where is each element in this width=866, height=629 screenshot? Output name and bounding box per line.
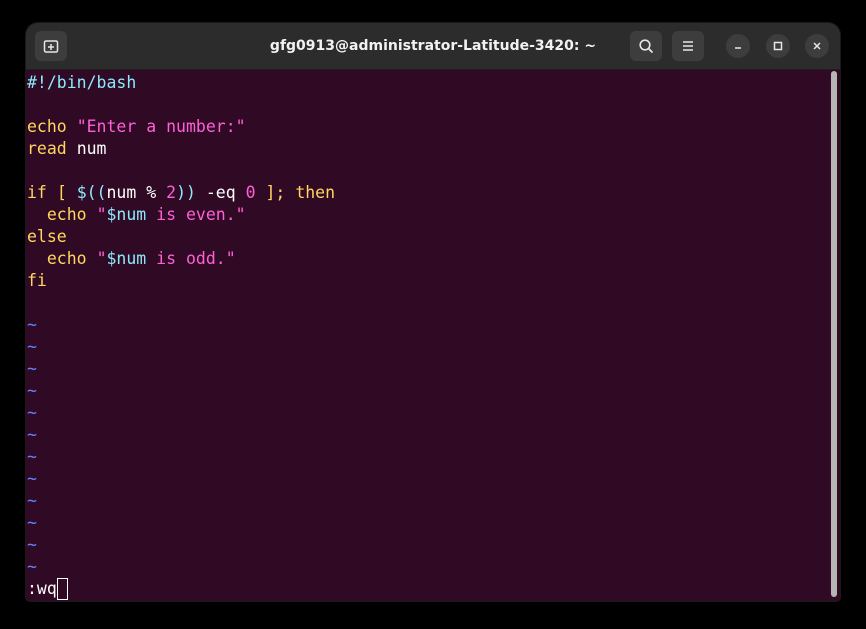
code-line-9: echo "$num is odd." bbox=[27, 248, 236, 270]
minimize-button[interactable] bbox=[726, 34, 750, 58]
keyword-read: read bbox=[27, 139, 67, 158]
empty-line-marker: ~ bbox=[27, 491, 37, 510]
keyword-fi: fi bbox=[27, 271, 47, 290]
operator: % bbox=[146, 183, 157, 202]
terminal-window: gfg0913@administrator-Latitude-3420: ~ #… bbox=[26, 23, 840, 601]
code-line-4: read num bbox=[27, 138, 107, 160]
empty-line-marker: ~ bbox=[27, 535, 37, 554]
minimize-icon bbox=[735, 47, 741, 49]
text-cursor bbox=[56, 577, 68, 600]
empty-line-marker: ~ bbox=[27, 513, 37, 532]
code-line-1: #!/bin/bash bbox=[27, 72, 136, 94]
keyword-echo: echo bbox=[46, 205, 87, 224]
arith-close: )) bbox=[176, 183, 196, 202]
string-literal: "Enter a number:" bbox=[76, 117, 246, 136]
keyword-if: if bbox=[27, 183, 47, 202]
variable-ref: $num bbox=[106, 205, 147, 224]
string-literal: is even." bbox=[146, 205, 246, 224]
string-literal: is odd." bbox=[146, 249, 236, 268]
keyword-echo: echo bbox=[46, 249, 87, 268]
vim-editor[interactable]: #!/bin/bash echo "Enter a number:" read … bbox=[26, 70, 840, 601]
empty-line-marker: ~ bbox=[27, 315, 37, 334]
empty-line-marker: ~ bbox=[27, 403, 37, 422]
number-literal: 0 bbox=[245, 183, 256, 202]
title-bar: gfg0913@administrator-Latitude-3420: ~ bbox=[26, 23, 840, 70]
number-literal: 2 bbox=[166, 183, 177, 202]
empty-line-marker: ~ bbox=[27, 359, 37, 378]
code-line-8: else bbox=[27, 226, 67, 248]
close-button[interactable] bbox=[805, 34, 829, 58]
empty-line-marker: ~ bbox=[27, 425, 37, 444]
search-button[interactable] bbox=[630, 31, 662, 61]
bracket-open: [ bbox=[56, 183, 67, 202]
search-icon bbox=[639, 39, 653, 53]
command-text: :wq bbox=[27, 579, 57, 598]
empty-line-marker: ~ bbox=[27, 337, 37, 356]
command-line[interactable]: :wq bbox=[27, 577, 68, 600]
code-line-10: fi bbox=[27, 270, 47, 292]
empty-line-marker: ~ bbox=[27, 447, 37, 466]
keyword-echo: echo bbox=[27, 117, 67, 136]
menu-button[interactable] bbox=[672, 31, 704, 61]
close-icon bbox=[813, 42, 821, 50]
variable-ref: $num bbox=[106, 249, 147, 268]
empty-line-marker: ~ bbox=[27, 381, 37, 400]
shebang: #!/bin/bash bbox=[27, 73, 137, 92]
quote: " bbox=[96, 249, 107, 268]
code-line-7: echo "$num is even." bbox=[27, 204, 246, 226]
variable-name: num bbox=[76, 139, 107, 158]
bracket-close: ]; bbox=[265, 183, 286, 202]
quote: " bbox=[96, 205, 107, 224]
arith-open: $(( bbox=[76, 183, 107, 202]
scrollbar[interactable] bbox=[831, 71, 837, 597]
code-line-3: echo "Enter a number:" bbox=[27, 116, 246, 138]
window-title: gfg0913@administrator-Latitude-3420: ~ bbox=[269, 38, 597, 54]
maximize-icon bbox=[773, 41, 783, 51]
hamburger-menu-icon bbox=[683, 41, 693, 51]
keyword-else: else bbox=[27, 227, 67, 246]
maximize-button[interactable] bbox=[766, 34, 790, 58]
operator-eq: -eq bbox=[205, 183, 236, 202]
empty-line-marker: ~ bbox=[27, 469, 37, 488]
code-line-6: if [ $((num % 2)) -eq 0 ]; then bbox=[27, 182, 335, 204]
keyword-then: then bbox=[295, 183, 336, 202]
variable-name: num bbox=[106, 183, 137, 202]
empty-line-marker: ~ bbox=[27, 557, 37, 576]
